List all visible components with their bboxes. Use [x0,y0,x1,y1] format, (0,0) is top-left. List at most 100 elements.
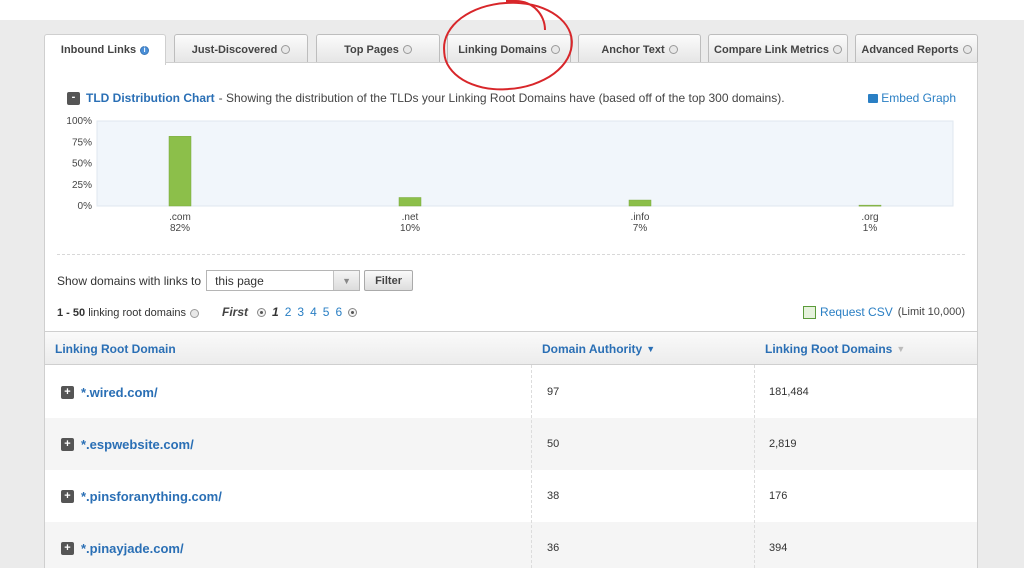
link-target-select[interactable]: this page ▼ [206,270,361,291]
bar-info [628,199,652,207]
tab-label: Anchor Text [601,43,665,56]
pager-first[interactable]: First [222,305,248,319]
page-6[interactable]: 6 [335,305,342,319]
domain-authority-value: 97 [547,386,560,398]
select-value: this page [215,273,264,288]
domain-authority-value: 38 [547,490,560,502]
tab-label: Compare Link Metrics [714,43,829,56]
column-label: Domain Authority [542,342,643,356]
help-icon [832,45,842,54]
help-icon [550,45,560,54]
tab-inbound-links[interactable]: Inbound Links i [44,34,166,65]
tab-anchor-text[interactable]: Anchor Text [578,34,701,64]
help-icon[interactable] [190,308,200,318]
column-label: Linking Root Domain [55,342,176,356]
domain-link[interactable]: *.pinsforanything.com/ [81,489,222,504]
linking-root-domains-value: 394 [769,542,788,554]
linking-domains-panel: - TLD Distribution Chart - Showing the d… [44,62,978,568]
column-label: Linking Root Domains [765,342,893,356]
linking-root-domains-value: 176 [769,490,788,502]
tab-top-pages[interactable]: Top Pages [316,34,440,64]
column-divider [754,365,755,568]
page-3[interactable]: 3 [297,305,304,319]
expand-icon[interactable]: + [61,489,74,503]
tab-compare-link-metrics[interactable]: Compare Link Metrics [708,34,848,64]
linking-root-domains-value: 2,819 [769,438,797,450]
data-label: 10% [400,223,420,234]
filter-button[interactable]: Filter [364,270,413,291]
plot-area [96,120,954,207]
table-row: + *.pinsforanything.com/ 38 176 [45,470,977,522]
domain-cell: + *.espwebsite.com/ [61,418,194,470]
x-tick-label: .com [169,212,191,223]
domain-link[interactable]: *.pinayjade.com/ [81,541,184,556]
domain-authority-value: 50 [547,438,560,450]
request-csv: Request CSV (Limit 10,000) [803,305,965,319]
page-4[interactable]: 4 [310,305,317,319]
linking-root-domains-value: 181,484 [769,386,809,398]
col-linking-root-domains[interactable]: Linking Root Domains ▼ [765,332,905,366]
tab-label: Linking Domains [458,43,547,56]
spreadsheet-icon [803,305,817,319]
tab-label: Advanced Reports [861,43,959,56]
tab-linking-domains[interactable]: Linking Domains [447,34,571,64]
col-linking-root-domain[interactable]: Linking Root Domain [55,332,176,366]
tab-label: Just-Discovered [191,43,278,56]
dashed-divider [57,254,965,255]
x-tick-label: .net [402,212,419,223]
tab-advanced-reports[interactable]: Advanced Reports [855,34,978,64]
embed-label: Embed Graph [881,91,956,105]
prev-page-icon[interactable] [257,307,267,317]
embed-icon [868,93,879,103]
col-domain-authority[interactable]: Domain Authority ▼ [542,332,655,366]
y-tick-label: 25% [72,180,92,191]
results-range: 1 - 50 [57,307,86,319]
y-tick-label: 75% [72,137,92,148]
chevron-down-icon: ▼ [333,271,360,290]
x-tick-label: .org [861,212,878,223]
tld-distribution-chart: 0% 25% 50% 75% 100% .com82% .net10% .info7% .org… [66,116,954,234]
filter-label: Show domains with links to [57,273,202,288]
tab-label: Inbound Links [60,44,137,56]
page-1[interactable]: 1 [272,305,279,319]
table-row: + *.wired.com/ 97 181,484 [45,366,977,418]
expand-icon[interactable]: + [61,385,74,399]
tab-label: Top Pages [344,43,399,56]
expand-icon[interactable]: + [61,437,74,451]
tab-just-discovered[interactable]: Just-Discovered [174,34,308,64]
request-csv-link[interactable]: Request CSV [820,305,893,319]
y-tick-label: 0% [78,201,93,212]
bar-com [168,136,192,207]
column-divider [531,365,532,568]
results-label: linking root domains [88,307,187,319]
sort-desc-icon: ▼ [646,344,656,354]
domain-link[interactable]: *.espwebsite.com/ [81,437,194,452]
table-row: + *.pinayjade.com/ 36 394 [45,522,977,568]
pagination: First 1 2 3 4 5 6 [222,305,360,319]
chart-header: - TLD Distribution Chart - Showing the d… [67,91,785,105]
domain-authority-value: 36 [547,542,560,554]
y-tick-label: 50% [72,159,92,170]
domain-link[interactable]: *.wired.com/ [81,385,158,400]
bar-org [858,204,882,207]
domain-cell: + *.pinayjade.com/ [61,522,184,568]
table-header: Linking Root Domain Domain Authority ▼ L… [45,331,977,366]
help-icon [668,45,678,54]
bar-net [398,197,422,207]
collapse-icon[interactable]: - [67,91,80,105]
next-page-icon[interactable] [348,307,358,317]
chart-description: - Showing the distribution of the TLDs y… [218,91,785,105]
page-5[interactable]: 5 [323,305,330,319]
page-2[interactable]: 2 [285,305,292,319]
filter-row: Show domains with links to this page ▼ F… [57,270,413,291]
embed-graph-link[interactable]: Embed Graph [868,91,956,105]
chart-title[interactable]: TLD Distribution Chart [86,91,215,105]
expand-icon[interactable]: + [61,541,74,555]
table-row: + *.espwebsite.com/ 50 2,819 [45,418,977,470]
y-tick-label: 100% [66,116,92,127]
info-icon: i [140,45,150,55]
data-label: 82% [170,223,190,234]
csv-limit: (Limit 10,000) [897,306,965,318]
domain-cell: + *.pinsforanything.com/ [61,470,222,522]
data-label: 7% [633,223,648,234]
